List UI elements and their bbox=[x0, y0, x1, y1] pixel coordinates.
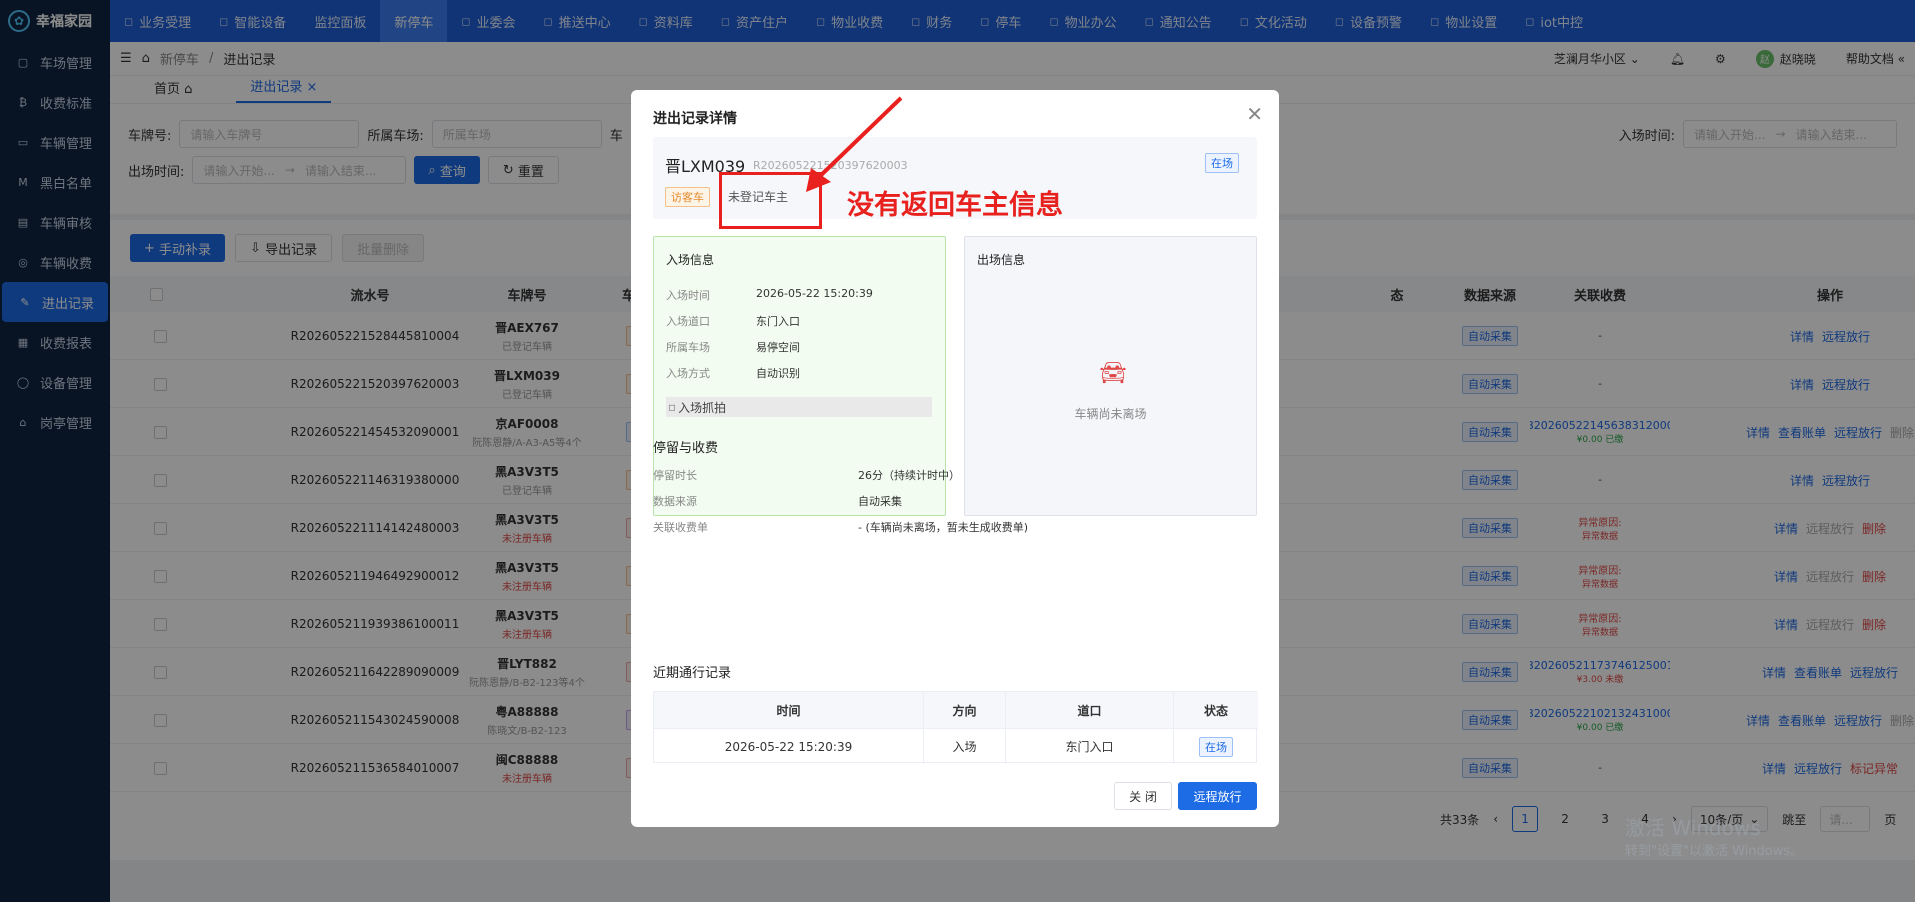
entry-lot: 所属车场 易停空间 bbox=[666, 341, 800, 354]
status-badge: 在场 bbox=[1205, 153, 1239, 173]
exit-info-panel: 出场信息 🚘︎ 车辆尚未离场 bbox=[964, 236, 1257, 516]
os-watermark-sub: 转到"设置"以激活 Windows。 bbox=[1625, 844, 1804, 859]
recent-col-direction: 方向 bbox=[924, 692, 1006, 728]
stay-bill: 关联收费单 - (车辆尚未离场，暂未生成收费单) bbox=[653, 521, 1029, 534]
exit-info-title: 出场信息 bbox=[977, 253, 1026, 267]
os-watermark: 激活 Windows bbox=[1625, 816, 1761, 840]
modal-title: 进出记录详情 bbox=[653, 111, 737, 127]
modal-close-button[interactable]: 关 闭 bbox=[1114, 782, 1172, 810]
recent-gate: 东门入口 bbox=[1006, 728, 1174, 764]
record-detail-modal: 进出记录详情 ✕ 晋LXM039 R20260522152039762000​3… bbox=[631, 90, 1279, 827]
entry-gate: 入场道口 东门入口 bbox=[666, 315, 800, 328]
recent-col-gate: 道口 bbox=[1006, 692, 1174, 728]
recent-section-title: 近期通行记录 bbox=[653, 666, 732, 681]
stay-section-title: 停留与收费 bbox=[653, 441, 719, 456]
entry-info-title: 入场信息 bbox=[666, 253, 715, 267]
recent-status: 在场 bbox=[1174, 728, 1258, 764]
stay-source: 数据来源 自动采集 bbox=[653, 495, 902, 508]
entry-time: 入场时间 2026-05-22 15:20:39 bbox=[666, 287, 873, 302]
exit-empty-text: 车辆尚未离场 bbox=[1074, 407, 1147, 421]
recent-col-time: 时间 bbox=[654, 692, 924, 728]
annotation-text: 没有返回车主信息 bbox=[847, 190, 1063, 221]
entry-method: 入场方式 自动识别 bbox=[666, 367, 800, 380]
recent-col-status: 状态 bbox=[1174, 692, 1258, 728]
remote-release-button[interactable]: 远程放行 bbox=[1178, 782, 1257, 810]
vehicle-type-badge: 访客车 bbox=[665, 187, 710, 207]
entry-snapshot-image[interactable]: ▫ 入场抓拍 bbox=[666, 397, 932, 417]
stay-duration: 停留时长 26分（持续计时中） bbox=[653, 469, 960, 482]
recent-records-table: 时间 方向 道口 状态 2026-05-22 15:20:39 入场 东门入口 … bbox=[653, 691, 1258, 764]
recent-time: 2026-05-22 15:20:39 bbox=[654, 728, 924, 764]
close-icon[interactable]: ✕ bbox=[1246, 102, 1263, 126]
car-icon: 🚘︎ bbox=[1099, 361, 1127, 386]
recent-direction: 入场 bbox=[924, 728, 1006, 764]
broken-image-icon: ▫ bbox=[668, 400, 677, 414]
